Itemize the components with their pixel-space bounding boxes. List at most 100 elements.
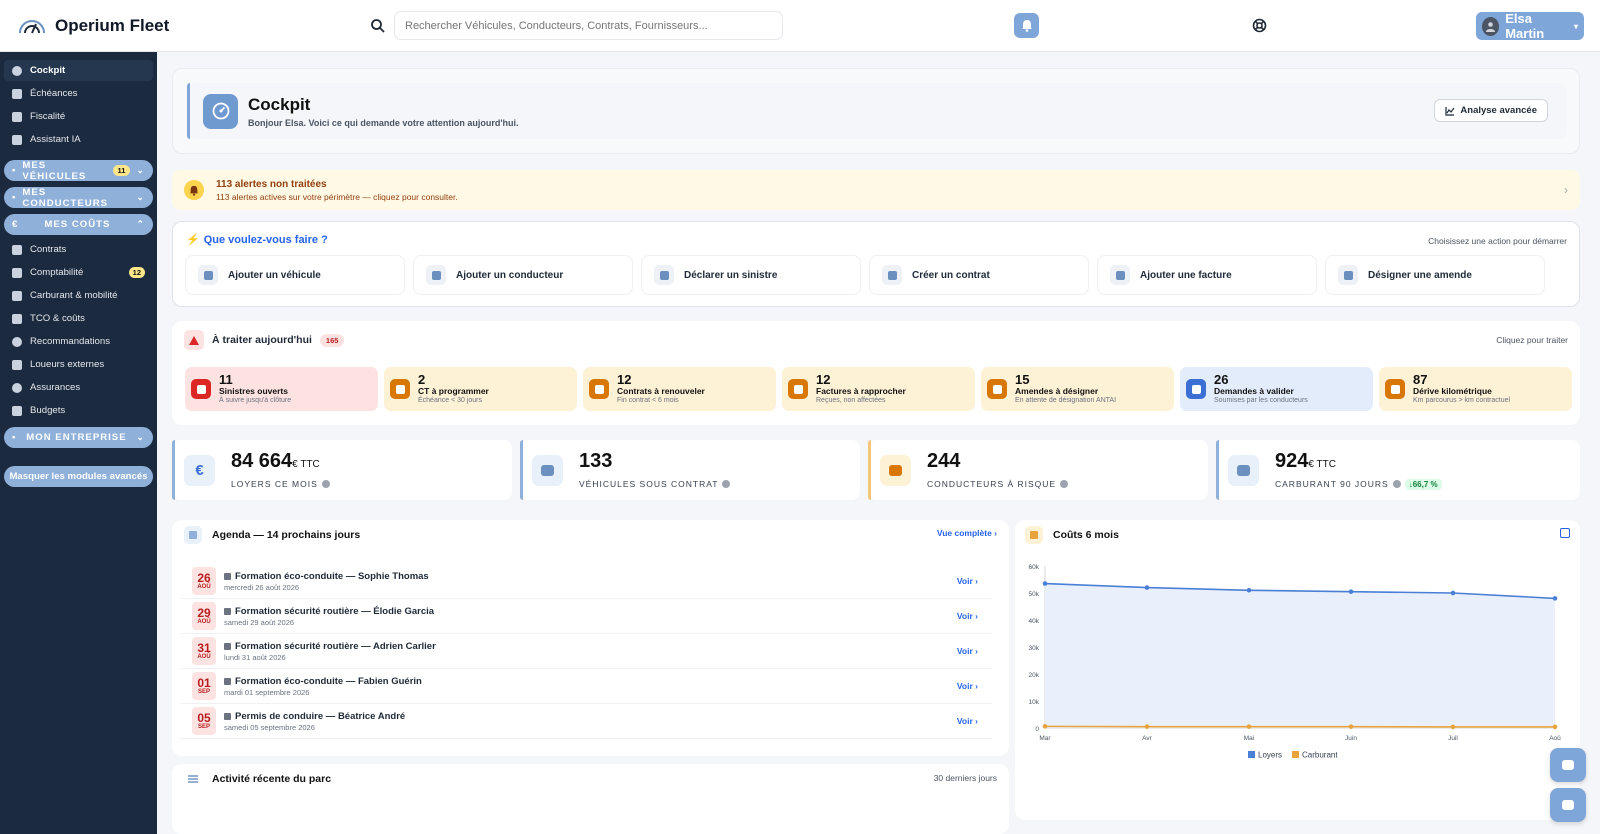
invoice-icon	[1110, 265, 1130, 285]
todo-tile-subtitle: Soumises par les conducteurs	[1214, 396, 1308, 404]
costs-title-text: Coûts 6 mois	[1053, 529, 1119, 541]
warning-icon	[184, 330, 204, 350]
todo-tile[interactable]: 12 Factures à rapprocher Reçues, non affec…	[782, 367, 975, 411]
sidebar-item-tco[interactable]: TCO & coûts	[4, 308, 153, 329]
data-point	[1246, 588, 1252, 593]
kpi-card-loyers[interactable]: €84 664€ TTC LOYERS CE MOIS	[172, 440, 512, 500]
todo-tile[interactable]: 2 CT à programmer Échéance < 30 jours	[384, 367, 577, 411]
assistant-robot-button[interactable]	[1550, 748, 1586, 782]
sidebar-item-label: Recommandations	[30, 336, 110, 347]
legend-swatch	[1292, 751, 1299, 758]
search-input[interactable]	[394, 11, 783, 40]
view-button[interactable]: Voir ›	[957, 681, 978, 691]
data-point	[1042, 581, 1048, 586]
todo-tile[interactable]: 26 Demandes à valider Soumises par les con…	[1180, 367, 1373, 411]
user-menu[interactable]: Elsa Martin ▾	[1476, 11, 1584, 41]
notifications-button[interactable]	[1014, 13, 1039, 38]
quick-action-label: Ajouter une facture	[1140, 269, 1232, 281]
date-day: 05	[197, 710, 211, 725]
sidebar-item-label: Assistant IA	[30, 134, 81, 145]
sidebar-item-carburant[interactable]: Carburant & mobilité	[4, 285, 153, 306]
lifebuoy-icon	[1252, 18, 1266, 32]
sidebar-item-comptabilite[interactable]: Comptabilité 12	[4, 262, 153, 283]
view-button[interactable]: Voir ›	[957, 611, 978, 621]
sidebar-item-contrats[interactable]: Contrats	[4, 239, 153, 260]
add-vehicle-button[interactable]: Ajouter un véhicule	[185, 255, 405, 295]
todo-tile-count: 12	[816, 371, 831, 387]
declare-claim-button[interactable]: Déclarer un sinistre	[641, 255, 861, 295]
sidebar-section-drivers[interactable]: ▪ MES CONDUCTEURS ⌄	[4, 187, 153, 209]
todo-tile-subtitle: En attente de désignation ANTAI	[1015, 396, 1117, 404]
todo-title-text: À traiter aujourd'hui	[212, 334, 312, 346]
chart-area-icon	[1025, 526, 1043, 544]
calendar-icon	[184, 526, 202, 544]
kpi-card-fuel[interactable]: 924€ TTC CARBURANT 90 JOURS ↓66,7 %	[1216, 440, 1580, 500]
robot-icon	[12, 134, 22, 145]
sidebar-item-budgets[interactable]: Budgets	[4, 400, 153, 421]
top-bar: Operium Fleet Elsa Martin ▾	[0, 0, 1600, 52]
x-tick-label: Avr	[1142, 735, 1152, 742]
y-tick-label: 10k	[1029, 699, 1040, 706]
add-driver-button[interactable]: Ajouter un conducteur	[413, 255, 633, 295]
kpi-card-vehicles[interactable]: 133 VÉHICULES SOUS CONTRAT	[520, 440, 860, 500]
view-button[interactable]: Voir ›	[957, 716, 978, 726]
info-icon[interactable]	[1060, 480, 1069, 488]
sidebar-item-loueurs[interactable]: Loueurs externes	[4, 354, 153, 375]
event-icon	[224, 677, 231, 685]
sidebar-item-assistant-ia[interactable]: Assistant IA	[4, 129, 153, 150]
user-icon	[1486, 21, 1496, 32]
sidebar-item-assurances[interactable]: Assurances	[4, 377, 153, 398]
sidebar-item-label: Comptabilité	[30, 267, 84, 278]
sidebar-section-vehicles[interactable]: ▪ MES VÉHICULES 11 ⌄	[4, 160, 153, 182]
hide-advanced-modules-button[interactable]: Masquer les modules avancés	[4, 466, 153, 487]
todo-tile[interactable]: 87 Dérive kilométrique Km parcourus > km c…	[1379, 367, 1572, 411]
todo-tile[interactable]: 12 Contrats à renouveler Fin contrat < 6 m…	[583, 367, 776, 411]
todo-tile[interactable]: 15 Amendes à désigner En attente de désign…	[981, 367, 1174, 411]
chat-button[interactable]	[1550, 788, 1586, 822]
create-contract-button[interactable]: Créer un contrat	[869, 255, 1089, 295]
brand[interactable]: Operium Fleet	[18, 16, 370, 36]
add-invoice-button[interactable]: Ajouter une facture	[1097, 255, 1317, 295]
todo-title: À traiter aujourd'hui 165	[184, 330, 345, 350]
sidebar-item-fiscalite[interactable]: Fiscalité	[4, 106, 153, 127]
sidebar-section-costs[interactable]: € MES COÛTS ⌃	[4, 214, 153, 235]
sidebar-item-echeances[interactable]: Échéances	[4, 83, 153, 104]
external-link-icon[interactable]	[1560, 528, 1570, 538]
info-icon[interactable]	[321, 480, 330, 488]
todo-tile-count: 15	[1015, 371, 1030, 387]
agenda-full-view-link[interactable]: Vue complète ›	[937, 528, 997, 538]
calendar-icon	[12, 88, 22, 99]
info-icon[interactable]	[722, 480, 731, 488]
agenda-item: 01 SEP Formation éco-conduite — Fabien Gué…	[180, 669, 992, 704]
agenda-item-title: Permis de conduire — Béatrice André	[235, 710, 406, 722]
view-button[interactable]: Voir ›	[957, 576, 978, 586]
sidebar-section-company[interactable]: ▪ MON ENTREPRISE ⌄	[4, 427, 153, 448]
legend-swatch	[1248, 751, 1255, 758]
help-button[interactable]	[1250, 16, 1268, 34]
todo-tile-label: Contrats à renouveler	[617, 385, 705, 396]
kpi-card-drivers[interactable]: 244 CONDUCTEURS À RISQUE	[868, 440, 1208, 500]
calculator-icon	[12, 313, 22, 324]
todo-tile[interactable]: 11 Sinistres ouverts À suivre jusqu'à clôt…	[185, 367, 378, 411]
view-button[interactable]: Voir ›	[957, 646, 978, 656]
sidebar-item-label: Loueurs externes	[30, 359, 105, 370]
alerts-banner[interactable]: 113 alertes non traitées 113 alertes act…	[172, 170, 1580, 210]
todo-tile-subtitle: Fin contrat < 6 mois	[617, 396, 679, 404]
robot-icon	[1562, 760, 1574, 770]
section-label: MES COÛTS	[44, 219, 111, 230]
quick-action-label: Ajouter un véhicule	[228, 269, 321, 281]
date-day: 29	[197, 605, 211, 620]
designate-fine-button[interactable]: Désigner une amende	[1325, 255, 1545, 295]
date-day: 01	[197, 675, 211, 690]
todo-panel: À traiter aujourd'hui 165 Cliquez pour t…	[172, 321, 1580, 425]
analyse-button[interactable]: Analyse avancée	[1434, 99, 1548, 122]
agenda-list: 26 AOÛ Formation éco-conduite — Sophie Tho…	[180, 564, 992, 739]
data-point	[1450, 590, 1456, 596]
activity-title-text: Activité récente du parc	[212, 773, 332, 785]
agenda-item-date: samedi 05 septembre 2026	[224, 722, 315, 732]
sidebar-item-cockpit[interactable]: Cockpit	[4, 60, 153, 81]
sidebar-item-recommandations[interactable]: Recommandations	[4, 331, 153, 352]
todo-tile-subtitle: Échéance < 30 jours	[418, 396, 483, 404]
info-icon[interactable]	[1392, 480, 1401, 488]
kpi-label: CARBURANT 90 JOURS	[1275, 479, 1389, 489]
